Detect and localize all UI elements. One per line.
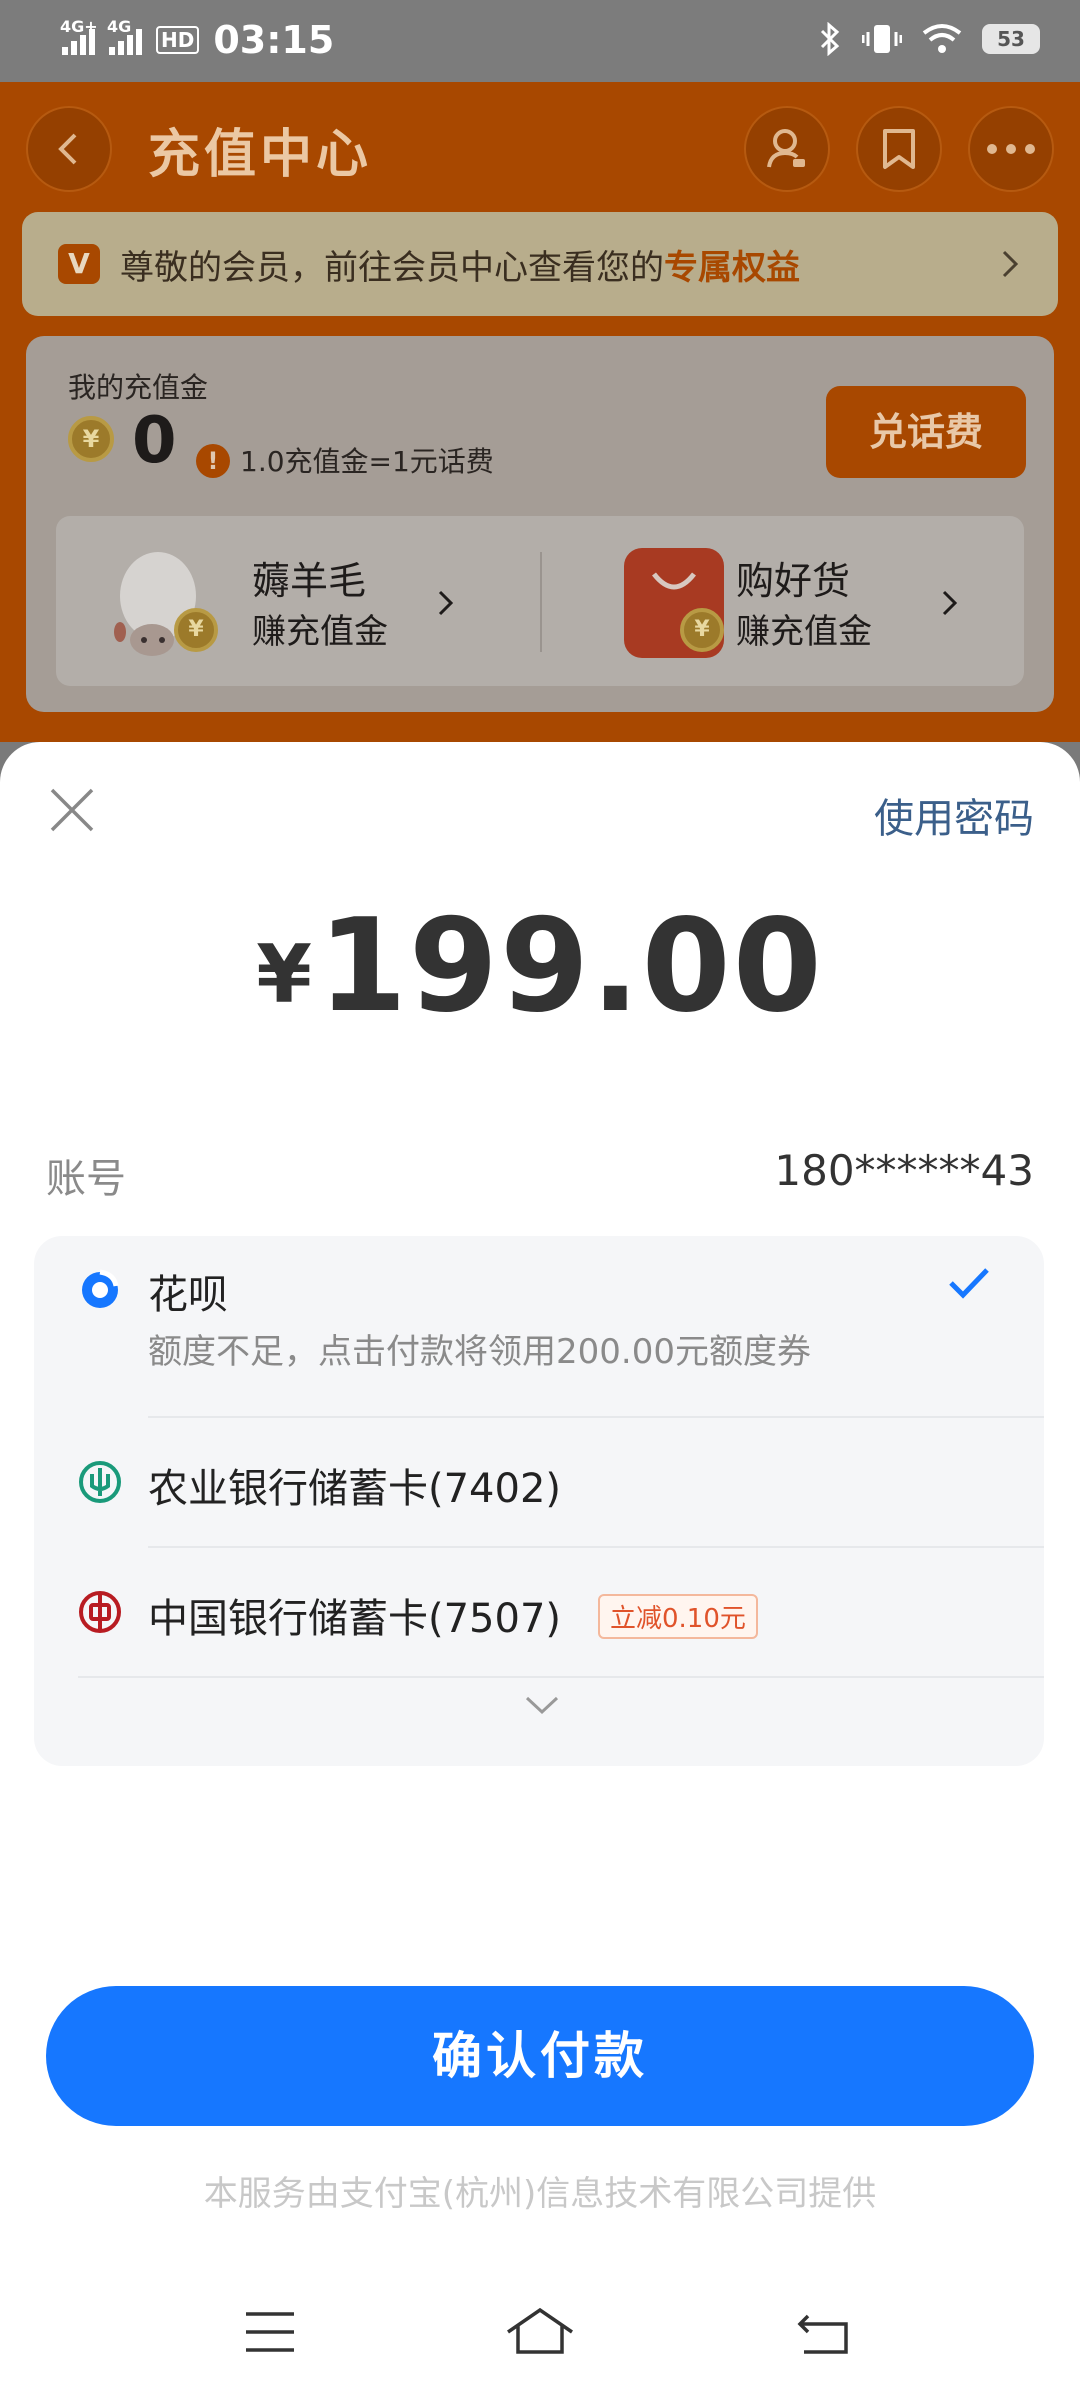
home-icon[interactable] xyxy=(504,2306,576,2356)
coin-icon: ¥ xyxy=(680,608,724,652)
vip-badge-icon: V xyxy=(58,244,100,284)
payment-method-name: 农业银行储蓄卡(7402) xyxy=(148,1466,562,1512)
system-nav-bar xyxy=(0,2270,1080,2400)
payment-method-huabei[interactable]: 花呗 额度不足，点击付款将领用200.00元额度券 xyxy=(34,1236,1044,1418)
more-button[interactable] xyxy=(968,106,1054,192)
menu-icon[interactable] xyxy=(244,2310,296,2354)
member-banner-text: 尊敬的会员，前往会员中心查看您的专属权益 xyxy=(120,240,800,289)
status-right: 53 xyxy=(818,22,1040,56)
account-label: 账号 xyxy=(46,1156,126,1202)
user-service-icon xyxy=(767,129,805,168)
back-button[interactable] xyxy=(26,106,112,192)
earn-item-title: 购好货 xyxy=(736,559,851,603)
divider xyxy=(78,1676,1044,1678)
use-password-button[interactable]: 使用密码 xyxy=(874,786,1034,844)
customer-service-button[interactable] xyxy=(744,106,830,192)
discount-badge: 立减0.10元 xyxy=(598,1594,758,1639)
amount-value: 199.00 xyxy=(317,892,824,1041)
back-nav-icon[interactable] xyxy=(796,2310,852,2356)
payment-sheet: 使用密码 ¥199.00 账号 180******43 花呗 额度不足，点击付款… xyxy=(0,742,1080,2400)
check-icon xyxy=(949,1268,989,1299)
info-icon: ! xyxy=(196,444,230,478)
chevron-right-icon xyxy=(438,590,454,616)
vibrate-icon xyxy=(862,25,902,53)
coin-icon: ¥ xyxy=(174,608,218,652)
payment-method-note: 额度不足，点击付款将领用200.00元额度券 xyxy=(148,1332,811,1372)
earn-item-shopping[interactable]: ¥ 购好货 赚充值金 xyxy=(540,516,1024,686)
payment-method-name: 花呗 xyxy=(148,1272,228,1318)
earn-panel: ¥ 薅羊毛 赚充值金 ¥ 购好货 赚充值金 xyxy=(56,516,1024,686)
balance-value: 0 xyxy=(132,404,177,478)
exchange-rate: 1.0充值金=1元话费 xyxy=(240,445,494,478)
battery-icon: 53 xyxy=(982,24,1040,54)
network-type-1: 4G+ xyxy=(60,17,98,36)
payment-method-abc[interactable]: 农业银行储蓄卡(7402) xyxy=(34,1418,1044,1548)
payment-amount: ¥199.00 xyxy=(0,892,1080,1041)
bookmark-icon xyxy=(883,129,915,169)
huabei-icon xyxy=(82,1269,119,1308)
bluetooth-icon xyxy=(820,22,840,56)
service-provider-note: 本服务由支付宝(杭州)信息技术有限公司提供 xyxy=(203,2174,877,2214)
wifi-icon xyxy=(922,24,962,53)
chevron-right-icon xyxy=(942,590,958,616)
earn-item-desc: 赚充值金 xyxy=(252,612,388,652)
clock: 03:15 xyxy=(213,18,335,62)
abc-bank-icon xyxy=(79,1461,121,1503)
network-type-2: 4G xyxy=(107,17,132,36)
member-banner-message: 尊敬的会员，前往会员中心查看您的 xyxy=(120,247,664,288)
account-value: 180******43 xyxy=(774,1146,1034,1195)
chevron-down-icon[interactable] xyxy=(524,1694,560,1716)
bookmark-button[interactable] xyxy=(856,106,942,192)
balance-label: 我的充值金 xyxy=(68,371,209,404)
status-bar: 4G+ 4G HD 03:15 53 xyxy=(0,0,1080,82)
page-title: 充值中心 xyxy=(148,125,373,185)
earn-item-title: 薅羊毛 xyxy=(252,559,367,603)
boc-bank-icon xyxy=(79,1591,121,1633)
payment-methods: 花呗 额度不足，点击付款将领用200.00元额度券 农业银行储蓄卡(7402) xyxy=(34,1236,1044,1766)
member-banner[interactable]: V 尊敬的会员，前往会员中心查看您的专属权益 xyxy=(22,212,1058,316)
status-left: 4G+ 4G HD 03:15 xyxy=(60,17,335,62)
earn-item-desc: 赚充值金 xyxy=(736,612,872,652)
signal-icon: 4G xyxy=(107,17,142,55)
member-benefits-link[interactable]: 专属权益 xyxy=(664,248,800,288)
close-icon[interactable] xyxy=(48,786,96,834)
earn-item-sheep[interactable]: ¥ 薅羊毛 赚充值金 xyxy=(56,516,540,686)
hd-voice-icon: HD xyxy=(156,26,200,54)
balance-card: 我的充值金 ¥ 0 ! 1.0充值金=1元话费 兑话费 ¥ 薅羊毛 赚充值金 ¥… xyxy=(26,336,1054,712)
currency-symbol: ¥ xyxy=(256,928,312,1021)
recharge-header: 充值中心 V 尊敬的会员，前往会员中心查看您的专属权益 我的充值金 ¥ 0 ! … xyxy=(0,82,1080,742)
confirm-payment-button[interactable]: 确认付款 xyxy=(46,1986,1034,2126)
payment-method-name: 中国银行储蓄卡(7507) xyxy=(148,1596,562,1642)
chevron-right-icon xyxy=(1002,250,1019,278)
exchange-phone-bill-button[interactable]: 兑话费 xyxy=(826,386,1026,478)
coin-icon: ¥ xyxy=(68,416,114,462)
more-dots-icon xyxy=(987,144,1035,154)
screen: 4G+ 4G HD 03:15 53 充值中心 V 尊敬的会员，前往会员中心查看… xyxy=(0,0,1080,2400)
payment-method-boc[interactable]: 中国银行储蓄卡(7507) 立减0.10元 xyxy=(34,1548,1044,1678)
signal-icon: 4G+ xyxy=(60,17,98,55)
chevron-left-icon xyxy=(58,133,77,165)
